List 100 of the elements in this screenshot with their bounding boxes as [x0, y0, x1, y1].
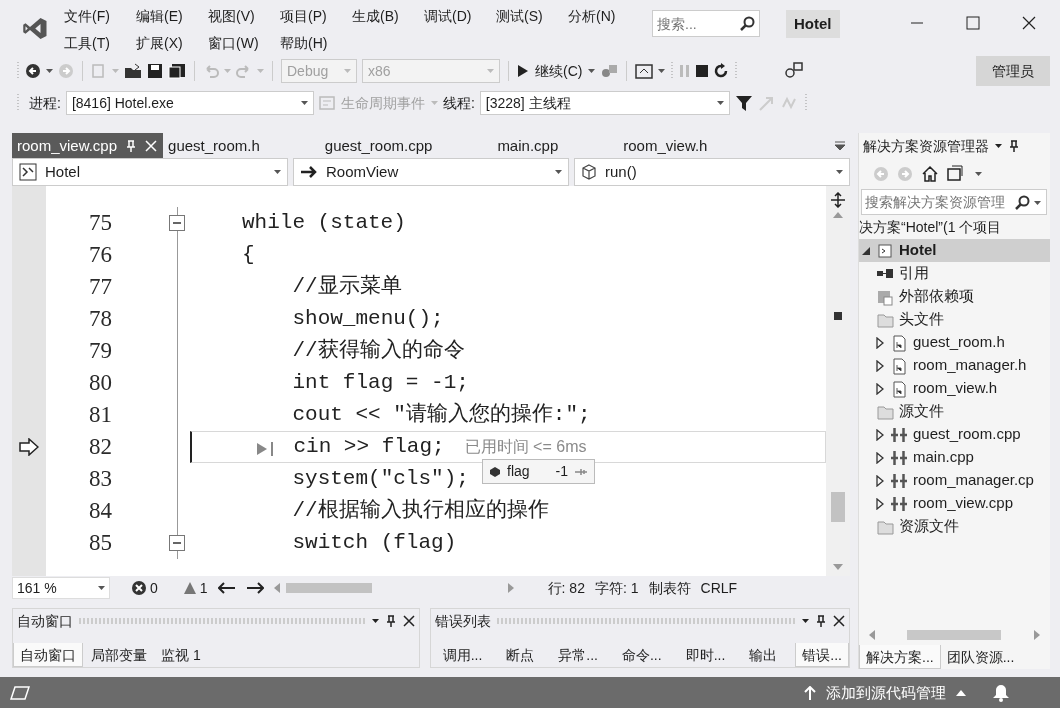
menu-item[interactable]: 帮助(H) — [278, 30, 350, 56]
tree-item[interactable]: room_manager.h — [859, 354, 1050, 377]
scroll-right-icon[interactable] — [1034, 630, 1040, 640]
error-count[interactable]: 0 — [150, 577, 158, 599]
expanded-arrow-icon[interactable] — [862, 246, 870, 255]
line-ending[interactable]: CRLF — [700, 577, 738, 599]
source-control-button[interactable]: 添加到源代码管理 — [826, 681, 946, 705]
close-icon[interactable] — [403, 615, 415, 627]
scrollbar-thumb[interactable] — [907, 630, 1001, 640]
caret-icon[interactable] — [300, 101, 308, 105]
menu-item[interactable]: 窗口(W) — [206, 30, 278, 56]
notification-bell-icon[interactable] — [992, 684, 1010, 702]
document-tab[interactable]: guest_room.cpp — [319, 133, 493, 158]
tree-item[interactable]: main.cpp — [859, 446, 1050, 469]
pin-icon[interactable] — [385, 615, 397, 627]
menu-item[interactable]: 工具(T) — [62, 30, 134, 56]
search-field[interactable]: 搜索... — [652, 10, 760, 37]
caret-icon[interactable] — [98, 586, 105, 590]
tree-item[interactable]: Hotel — [859, 239, 1050, 262]
error-icon[interactable] — [132, 581, 146, 595]
navigation-dropdown[interactable]: run() — [574, 158, 850, 186]
back-icon[interactable] — [25, 63, 41, 79]
expand-arrow-icon[interactable] — [876, 474, 884, 487]
tree-item[interactable]: 资源文件 — [859, 515, 1050, 538]
caret-icon[interactable] — [975, 172, 982, 176]
caret-up-icon[interactable] — [956, 690, 966, 696]
menu-item[interactable]: 分析(N) — [566, 4, 638, 29]
nav-forward-icon[interactable] — [245, 582, 264, 594]
tab-list-icon[interactable] — [834, 141, 846, 151]
scrollbar-thumb[interactable] — [285, 583, 372, 593]
caret-icon[interactable] — [46, 69, 53, 73]
save-all-icon[interactable] — [168, 63, 186, 79]
caret-icon[interactable] — [658, 69, 666, 73]
process-dropdown[interactable]: [8416] Hotel.exe — [65, 91, 314, 115]
filter-icon[interactable] — [734, 94, 753, 112]
panel-tab[interactable]: 自动窗口 — [13, 643, 83, 667]
restart-icon[interactable] — [713, 63, 730, 79]
solution-node[interactable]: 决方案“Hotel”(1 个项目 — [859, 215, 1050, 239]
panel-tab[interactable]: 即时... — [679, 643, 732, 667]
pin-icon[interactable] — [815, 615, 827, 627]
output-window-icon[interactable] — [10, 686, 30, 700]
indent-mode[interactable]: 制表符 — [648, 577, 691, 599]
panel-tab[interactable]: 监视 1 — [155, 643, 207, 667]
user-button[interactable]: 管理员 — [976, 56, 1050, 86]
caret-icon[interactable] — [716, 101, 724, 105]
menu-item[interactable]: 扩展(X) — [134, 30, 206, 56]
panel-tab[interactable]: 局部变量 — [85, 643, 153, 667]
up-arrow-icon[interactable] — [804, 686, 816, 700]
collapse-icon[interactable] — [169, 215, 185, 231]
menu-item[interactable]: 文件(F) — [62, 4, 134, 29]
search-icon[interactable] — [739, 16, 755, 32]
tree-item[interactable]: 引用 — [859, 262, 1050, 285]
expand-arrow-icon[interactable] — [876, 451, 884, 464]
toolbar-grip-icon[interactable] — [16, 61, 20, 81]
panel-tab[interactable]: 断点 — [500, 643, 541, 667]
pin-icon[interactable] — [1008, 140, 1020, 152]
maximize-icon[interactable] — [966, 16, 980, 30]
tree-item[interactable]: 外部依赖项 — [859, 285, 1050, 308]
search-field[interactable]: 搜索解决方案资源管理 — [861, 189, 1047, 215]
caret-icon[interactable] — [1034, 201, 1041, 205]
tree-item[interactable]: 源文件 — [859, 400, 1050, 423]
process-icon[interactable] — [600, 63, 619, 79]
continue-button[interactable]: 继续(C) — [517, 60, 596, 82]
close-icon[interactable] — [1022, 16, 1036, 30]
panel-tab[interactable]: 团队资源... — [940, 645, 1021, 669]
expand-arrow-icon[interactable] — [876, 359, 884, 372]
navigation-dropdown[interactable]: Hotel — [12, 158, 288, 186]
split-icon[interactable] — [830, 192, 846, 208]
expand-arrow-icon[interactable] — [876, 497, 884, 510]
panel-tab[interactable]: 解决方案... — [859, 645, 941, 669]
caret-icon[interactable] — [274, 170, 281, 174]
toolbar-grip-icon[interactable] — [670, 61, 675, 81]
open-folder-icon[interactable] — [124, 63, 142, 79]
document-tab[interactable]: main.cpp — [492, 133, 619, 158]
scrollbar-thumb[interactable] — [831, 492, 845, 522]
document-tab[interactable]: room_view.cpp — [12, 133, 164, 158]
zoom-dropdown[interactable]: 161 % — [12, 577, 110, 599]
caret-icon[interactable] — [836, 170, 843, 174]
toolbar-grip-icon[interactable] — [16, 93, 20, 113]
panel-tab[interactable]: 命令... — [616, 643, 668, 667]
tree-item[interactable]: guest_room.cpp — [859, 423, 1050, 446]
menu-item[interactable]: 调试(D) — [422, 4, 494, 29]
thread-dropdown[interactable]: [3228] 主线程 — [479, 91, 730, 115]
browser-icon[interactable] — [635, 63, 654, 79]
warning-count[interactable]: 1 — [199, 577, 208, 599]
tree-item[interactable]: 头文件 — [859, 308, 1050, 331]
menu-item[interactable]: 项目(P) — [278, 4, 350, 29]
panel-tab[interactable]: 异常... — [552, 643, 604, 667]
stop-icon[interactable] — [696, 65, 709, 77]
caret-icon[interactable] — [802, 619, 809, 623]
panel-tab[interactable]: 调用... — [436, 643, 489, 667]
close-icon[interactable] — [833, 615, 845, 627]
expand-arrow-icon[interactable] — [876, 336, 884, 349]
collapse-icon[interactable] — [169, 535, 185, 551]
menu-item[interactable]: 生成(B) — [350, 4, 422, 29]
panel-tab[interactable]: 错误... — [795, 643, 849, 667]
menu-item[interactable]: 测试(S) — [494, 4, 566, 29]
home-icon[interactable] — [921, 165, 939, 183]
tree-item[interactable]: guest_room.h — [859, 331, 1050, 354]
expand-arrow-icon[interactable] — [876, 428, 884, 441]
